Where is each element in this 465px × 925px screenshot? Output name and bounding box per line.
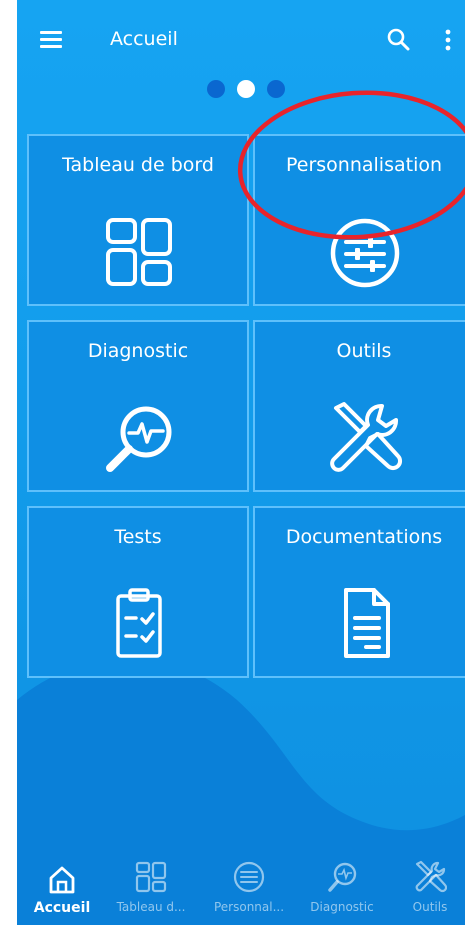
nav-item-outils[interactable]: Outils [397, 860, 463, 925]
tile-documentations[interactable]: Documentations [253, 506, 465, 678]
nav-label: Outils [412, 900, 448, 914]
app-bar: Accueil [17, 0, 465, 80]
hamburger-menu-icon[interactable] [38, 28, 64, 50]
home-icon [49, 866, 75, 894]
sliders-icon [233, 861, 265, 893]
nav-label: Accueil [33, 900, 91, 916]
nav-item-accueil[interactable]: Accueil [27, 860, 97, 925]
more-vert-icon[interactable] [441, 26, 455, 54]
tile-tests[interactable]: Tests [27, 506, 249, 678]
nav-label: Diagnostic [310, 900, 374, 914]
document-icon [344, 588, 390, 658]
bottom-navigation: Accueil Tableau d... Personnal... Diagno… [17, 860, 465, 925]
clipboard-checklist-icon [116, 588, 162, 658]
nav-label: Personnal... [213, 900, 285, 914]
tile-label: Tableau de bord [62, 154, 214, 176]
nav-label: Tableau d... [116, 900, 186, 914]
annotation-ellipse [237, 90, 465, 240]
tools-icon [415, 860, 447, 893]
tile-diagnostic[interactable]: Diagnostic [27, 320, 249, 492]
nav-item-personnalisation[interactable]: Personnal... [201, 860, 297, 925]
nav-item-diagnostic[interactable]: Diagnostic [299, 860, 385, 925]
tile-label: Documentations [285, 526, 443, 548]
tile-label: Outils [336, 340, 392, 362]
tile-label: Tests [114, 526, 162, 548]
dashboard-icon [135, 861, 167, 893]
nav-item-tableau-de-bord[interactable]: Tableau d... [103, 860, 199, 925]
tile-outils[interactable]: Outils [253, 320, 465, 492]
tile-tableau-de-bord[interactable]: Tableau de bord [27, 134, 249, 306]
app-title: Accueil [110, 28, 178, 50]
tile-label: Diagnostic [87, 340, 189, 362]
app-screen: Accueil Tableau de bord Personnalisation… [17, 0, 465, 925]
search-icon[interactable] [385, 26, 413, 54]
page-dot-1[interactable] [207, 80, 225, 98]
magnifier-pulse-icon [106, 406, 172, 472]
dashboard-icon [106, 218, 172, 286]
tools-icon [330, 402, 403, 472]
magnifier-pulse-icon [328, 862, 357, 892]
